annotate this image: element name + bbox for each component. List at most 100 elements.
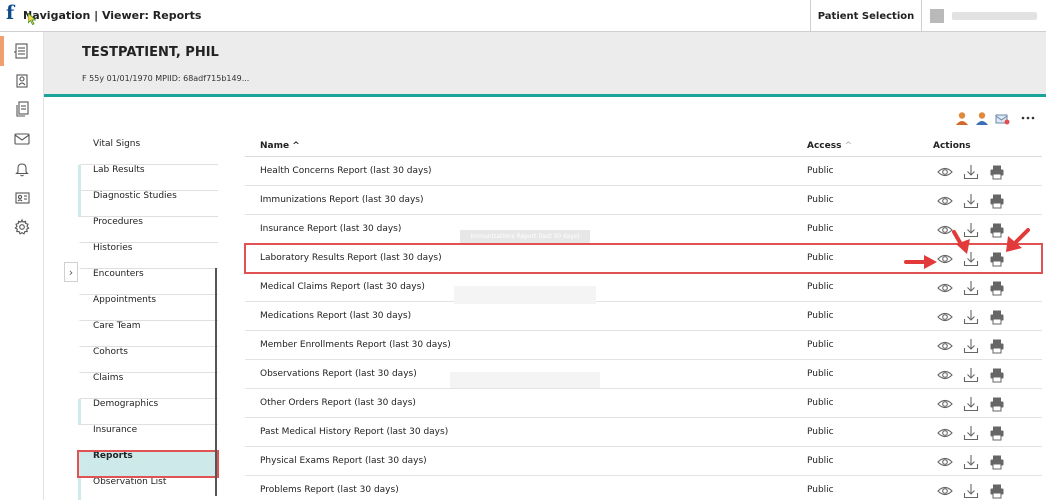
download-icon[interactable] (963, 483, 979, 499)
red-arrow-annotation (952, 230, 970, 254)
report-name[interactable]: Observations Report (last 30 days) (260, 369, 417, 379)
nav-item-encounters[interactable]: Encounters (78, 269, 218, 295)
inbox-icon[interactable] (994, 110, 1010, 126)
reports-table: Name ^ Access ^ Actions Health Concerns … (244, 134, 1043, 500)
table-row[interactable]: Insurance Report (last 30 days) Public (245, 215, 1042, 244)
eye-icon[interactable] (937, 367, 953, 383)
table-row[interactable]: Immunizations Report (last 30 days) Publi… (245, 186, 1042, 215)
download-icon[interactable] (963, 164, 979, 180)
left-icon-rail (0, 32, 44, 500)
download-icon[interactable] (963, 338, 979, 354)
user-orange-icon[interactable] (954, 110, 970, 126)
patient-record-icon[interactable] (13, 72, 31, 90)
nav-scrollbar[interactable] (215, 268, 217, 496)
download-icon[interactable] (963, 367, 979, 383)
nav-item-lab-results[interactable]: Lab Results (78, 165, 218, 191)
download-icon[interactable] (963, 425, 979, 441)
nav-item-observation-list[interactable]: Observation List (78, 477, 218, 500)
eye-icon[interactable] (937, 454, 953, 470)
user-blue-icon[interactable] (974, 110, 990, 126)
eye-icon[interactable] (937, 309, 953, 325)
row-actions (937, 454, 1009, 470)
report-name[interactable]: Past Medical History Report (last 30 day… (260, 427, 448, 437)
download-icon[interactable] (963, 280, 979, 296)
row-actions (937, 367, 1009, 383)
print-icon[interactable] (989, 425, 1005, 441)
row-actions (937, 338, 1009, 354)
report-access: Public (807, 195, 834, 205)
dashboard-icon[interactable] (13, 42, 31, 60)
avatar (930, 9, 944, 23)
table-row[interactable]: Other Orders Report (last 30 days) Public (245, 389, 1042, 418)
report-name[interactable]: Problems Report (last 30 days) (260, 485, 399, 495)
print-icon[interactable] (989, 454, 1005, 470)
report-name[interactable]: Insurance Report (last 30 days) (260, 224, 401, 234)
print-icon[interactable] (989, 309, 1005, 325)
app-logo[interactable]: f (4, 2, 18, 37)
print-icon[interactable] (989, 193, 1005, 209)
eye-icon[interactable] (937, 425, 953, 441)
eye-icon[interactable] (937, 280, 953, 296)
download-icon[interactable] (963, 309, 979, 325)
patient-name: TESTPATIENT, PHIL (82, 45, 219, 60)
print-icon[interactable] (989, 338, 1005, 354)
documents-icon[interactable] (13, 100, 31, 118)
table-row[interactable]: Physical Exams Report (last 30 days) Publ… (245, 447, 1042, 476)
print-icon[interactable] (989, 396, 1005, 412)
patient-info: F 55y 01/01/1970 MPIID: 68adf715b149... (82, 74, 250, 83)
nav-item-claims[interactable]: Claims (78, 373, 218, 399)
table-row[interactable]: Medical Claims Report (last 30 days) Publ… (245, 273, 1042, 302)
column-header-access[interactable]: Access ^ (807, 141, 852, 151)
nav-item-insurance[interactable]: Insurance (78, 425, 218, 451)
more-icon[interactable] (1020, 110, 1036, 126)
id-card-icon[interactable] (13, 189, 31, 207)
nav-item-histories[interactable]: Histories (78, 243, 218, 269)
print-icon[interactable] (989, 483, 1005, 499)
report-name[interactable]: Immunizations Report (last 30 days) (260, 195, 424, 205)
toolbar-icons (924, 110, 1046, 128)
report-name[interactable]: Member Enrollments Report (last 30 days) (260, 340, 451, 350)
download-icon[interactable] (963, 454, 979, 470)
eye-icon[interactable] (937, 164, 953, 180)
nav-item-diagnostic-studies[interactable]: Diagnostic Studies (78, 191, 218, 217)
nav-item-vital-signs[interactable]: Vital Signs (78, 139, 218, 165)
patient-selection-button[interactable]: Patient Selection (810, 0, 922, 32)
report-name[interactable]: Health Concerns Report (last 30 days) (260, 166, 432, 176)
print-icon[interactable] (989, 164, 1005, 180)
report-category-nav: Vital Signs Lab Results Diagnostic Studi… (77, 139, 219, 500)
row-actions (937, 425, 1009, 441)
table-row[interactable]: Past Medical History Report (last 30 day… (245, 418, 1042, 447)
nav-item-appointments[interactable]: Appointments (78, 295, 218, 321)
download-icon[interactable] (963, 193, 979, 209)
collapse-nav-button[interactable]: › (64, 262, 78, 282)
report-name[interactable]: Medications Report (last 30 days) (260, 311, 411, 321)
table-row[interactable]: Observations Report (last 30 days) Public (245, 360, 1042, 389)
eye-icon[interactable] (937, 338, 953, 354)
report-name[interactable]: Physical Exams Report (last 30 days) (260, 456, 427, 466)
report-name[interactable]: Other Orders Report (last 30 days) (260, 398, 416, 408)
mail-icon[interactable] (13, 130, 31, 148)
column-header-name[interactable]: Name ^ (260, 141, 300, 151)
report-name[interactable]: Medical Claims Report (last 30 days) (260, 282, 425, 292)
nav-item-cohorts[interactable]: Cohorts (78, 347, 218, 373)
table-row[interactable]: Member Enrollments Report (last 30 days)… (245, 331, 1042, 360)
eye-icon[interactable] (937, 483, 953, 499)
eye-icon[interactable] (937, 193, 953, 209)
nav-item-care-team[interactable]: Care Team (78, 321, 218, 347)
print-icon[interactable] (989, 367, 1005, 383)
bell-icon[interactable] (13, 160, 31, 178)
gear-icon[interactable] (13, 218, 31, 236)
eye-icon[interactable] (937, 396, 953, 412)
report-access: Public (807, 340, 834, 350)
tooltip: Immunizations Report (last 30 days) (460, 230, 590, 243)
nav-item-demographics[interactable]: Demographics (78, 399, 218, 425)
user-menu[interactable] (930, 9, 1040, 23)
nav-item-procedures[interactable]: Procedures (78, 217, 218, 243)
download-icon[interactable] (963, 396, 979, 412)
print-icon[interactable] (989, 280, 1005, 296)
report-name[interactable]: Laboratory Results Report (last 30 days) (260, 253, 442, 263)
nav-item-reports[interactable]: Reports (77, 450, 219, 478)
table-row[interactable]: Problems Report (last 30 days) Public (245, 476, 1042, 500)
table-row[interactable]: Medications Report (last 30 days) Public (245, 302, 1042, 331)
table-row[interactable]: Health Concerns Report (last 30 days) Pub… (245, 157, 1042, 186)
